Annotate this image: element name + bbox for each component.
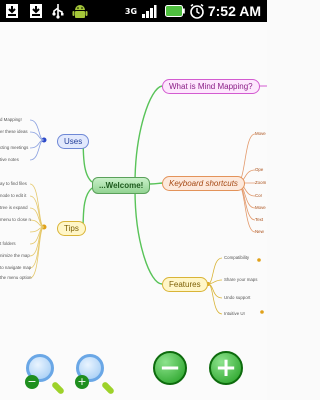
keyboard-leaf[interactable]: Text <box>255 217 263 222</box>
usb-icon <box>50 2 66 20</box>
keyboard-leaf[interactable]: Ope <box>255 167 263 172</box>
zoom-out-sign: − <box>25 375 39 389</box>
battery-icon <box>164 2 186 20</box>
magnifier-handle-icon <box>100 380 116 396</box>
android-icon <box>70 2 90 20</box>
zoom-controls: − + − + <box>0 348 267 400</box>
sd-card-download-icon <box>4 2 20 20</box>
tips-leaf[interactable]: to navigate map <box>0 265 31 270</box>
zoom-out-button[interactable]: − <box>20 348 66 396</box>
zoom-in-sign: + <box>75 375 89 389</box>
plus-circle-icon: + <box>209 351 243 385</box>
tips-leaf[interactable]: ay to find files <box>0 181 27 186</box>
keyboard-leaf[interactable]: Move <box>255 131 266 136</box>
tips-leaf[interactable]: nimize the map <box>0 253 30 258</box>
uses-leaf[interactable]: tive notes <box>0 157 19 162</box>
3g-signal-icon: 3G <box>124 6 138 16</box>
download-icon <box>28 2 44 20</box>
status-bar: 3G 7:52 AM <box>0 0 267 22</box>
uses-leaf[interactable]: er these ideas <box>0 129 28 134</box>
keyboard-leaf[interactable]: Move <box>255 205 266 210</box>
branch-what-is-mind-mapping[interactable]: What is Mind Mapping? <box>162 79 260 94</box>
alarm-clock-icon <box>188 2 206 20</box>
uses-leaf[interactable]: cting meetings <box>0 145 28 150</box>
features-leaf[interactable]: Intuitive UI <box>224 311 245 316</box>
minus-circle-icon: − <box>153 351 187 385</box>
keyboard-leaf[interactable]: Zoom <box>255 180 266 185</box>
tips-leaf[interactable]: the menu option <box>0 275 32 280</box>
magnifier-zoom-in-icon: + <box>75 354 116 396</box>
remove-node-button[interactable]: − <box>150 348 190 388</box>
tips-leaf[interactable]: tree is expand <box>0 205 28 210</box>
magnifier-handle-icon <box>50 380 66 396</box>
uses-leaf[interactable]: d Mapping! <box>0 117 22 122</box>
branch-features[interactable]: Features <box>162 277 208 292</box>
magnifier-zoom-out-icon: − <box>25 354 66 396</box>
tips-leaf[interactable]: t folders <box>0 241 16 246</box>
branch-tips[interactable]: Tips <box>57 221 86 236</box>
features-leaf[interactable]: Compatibility <box>224 255 249 260</box>
signal-strength-icon <box>140 2 158 20</box>
status-time: 7:52 AM <box>207 3 261 19</box>
branch-keyboard-shortcuts[interactable]: Keyboard shortcuts <box>162 176 245 191</box>
tips-leaf[interactable]: node to edit it <box>0 193 26 198</box>
tips-leaf[interactable]: menu to close n <box>0 217 31 222</box>
features-leaf[interactable]: Share your maps <box>224 277 257 282</box>
zoom-in-button[interactable]: + <box>70 348 116 396</box>
branch-uses[interactable]: Uses <box>57 134 90 149</box>
add-node-button[interactable]: + <box>206 348 246 388</box>
features-leaf[interactable]: Undo support <box>224 295 250 300</box>
mindmap-center-node[interactable]: ...Welcome! <box>92 177 151 194</box>
keyboard-leaf[interactable]: New <box>255 229 264 234</box>
mindmap-canvas[interactable]: ...Welcome! What is Mind Mapping? Keyboa… <box>0 22 267 400</box>
keyboard-leaf[interactable]: Cor <box>255 193 262 198</box>
